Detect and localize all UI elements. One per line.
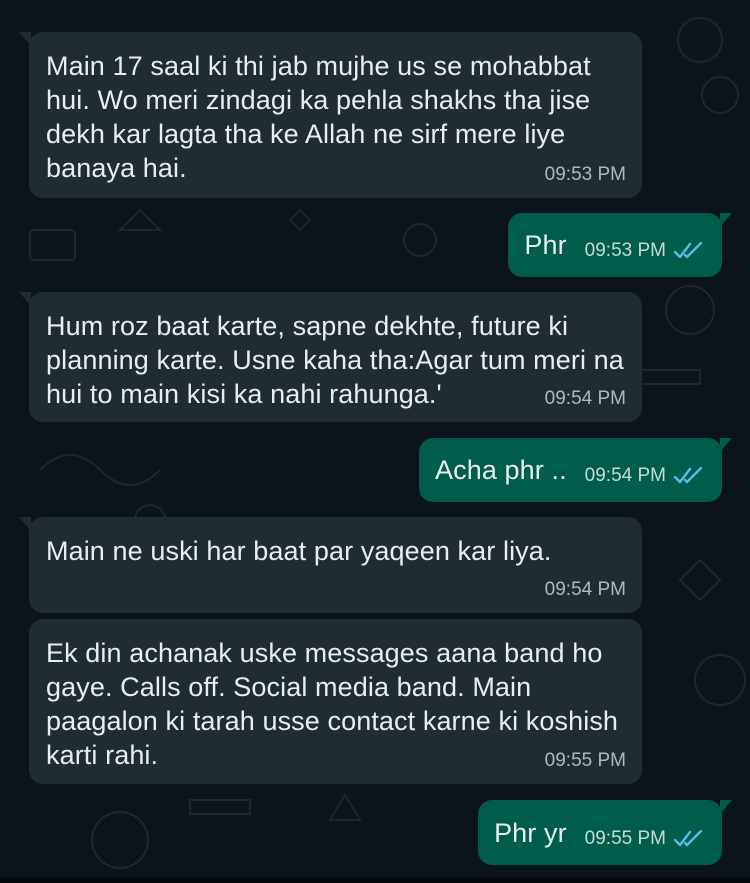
message-timestamp: 09:54 PM (544, 388, 626, 409)
message-text: Phr yr (494, 817, 567, 848)
incoming-message-bubble[interactable]: Main 17 saal ki thi jab mujhe us se moha… (19, 32, 642, 198)
message-text: Hum roz baat karte, sapne dekhte, future… (46, 311, 624, 409)
bubble-tail (19, 517, 31, 531)
incoming-message-bubble[interactable]: Hum roz baat karte, sapne dekhte, future… (19, 292, 642, 422)
message-timestamp: 09:55 PM (544, 750, 626, 771)
bottom-edge (0, 877, 750, 883)
message-text: Phr (524, 230, 567, 260)
bubble-tail (19, 32, 31, 46)
bubble-tail (720, 438, 732, 452)
incoming-message-bubble[interactable]: Ek din achanak uske messages aana band h… (29, 619, 642, 784)
message-text: Ek din achanak uske messages aana band h… (46, 638, 619, 770)
outgoing-message-bubble[interactable]: Acha phr .. 09:54 PM (419, 438, 732, 502)
message-timestamp: 09:53 PM (544, 164, 626, 185)
double-check-icon (674, 467, 703, 484)
message-text: Acha phr .. (435, 455, 567, 485)
message-timestamp: 09:54 PM (544, 579, 626, 600)
message-timestamp: 09:55 PM (584, 827, 666, 849)
bubble-tail (720, 213, 732, 227)
message-timestamp: 09:54 PM (584, 465, 666, 486)
bubble-tail (19, 292, 31, 306)
outgoing-message-bubble[interactable]: Phr 09:53 PM (508, 213, 732, 277)
message-text: Main 17 saal ki thi jab mujhe us se moha… (46, 51, 591, 183)
double-check-icon (674, 242, 703, 259)
message-text: Main ne uski har baat par yaqeen kar liy… (46, 536, 552, 566)
double-check-icon (674, 829, 703, 846)
incoming-message-bubble[interactable]: Main ne uski har baat par yaqeen kar liy… (19, 517, 642, 613)
bubble-tail (720, 800, 732, 814)
message-timestamp: 09:53 PM (584, 240, 666, 261)
outgoing-message-bubble[interactable]: Phr yr 09:55 PM (478, 800, 732, 865)
